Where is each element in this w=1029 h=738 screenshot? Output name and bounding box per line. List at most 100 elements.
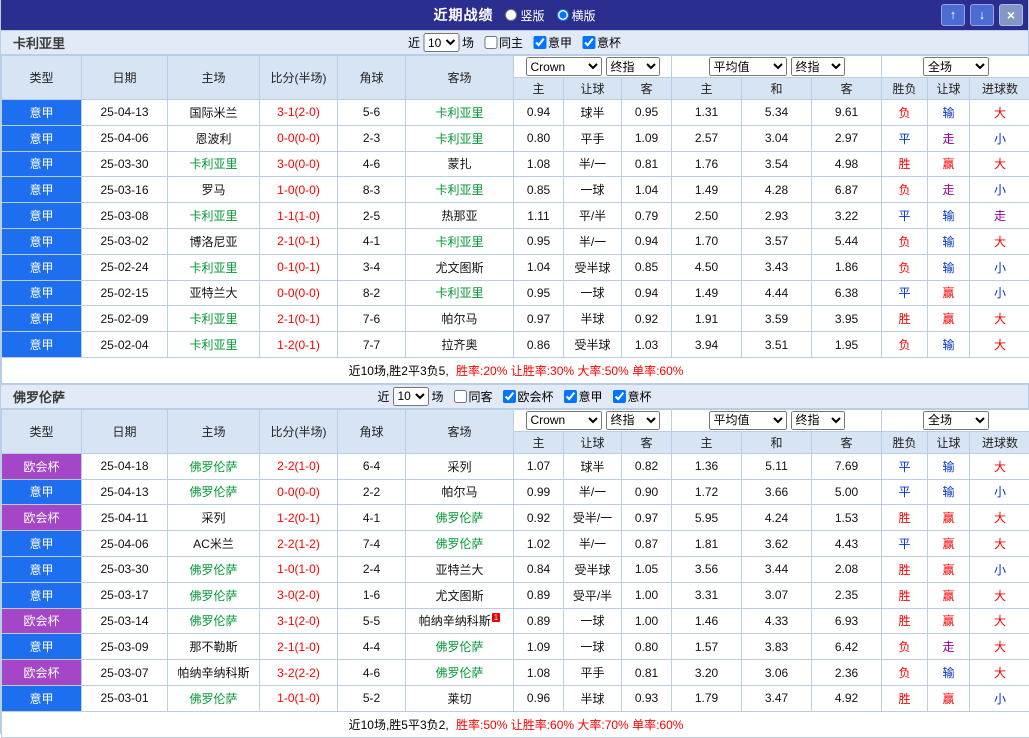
odds-group-header: Crown终指 bbox=[514, 409, 672, 431]
result-outcome: 胜 bbox=[882, 306, 928, 332]
layout-option-vertical[interactable]: 竖版 bbox=[505, 7, 544, 24]
handicap-line: 半球 bbox=[564, 685, 622, 711]
home-team: 那不勒斯 bbox=[168, 634, 260, 660]
column-header-比分(半场): 比分(半场) bbox=[260, 56, 338, 100]
column-header-比分(半场): 比分(半场) bbox=[260, 409, 338, 453]
filter-checkbox-意杯[interactable]: 意杯 bbox=[613, 388, 652, 405]
handicap-line: 受平/半 bbox=[564, 582, 622, 608]
score: 1-0(1-0) bbox=[260, 556, 338, 582]
filter-checkbox-input-欧会杯[interactable] bbox=[503, 390, 516, 403]
close-button[interactable]: × bbox=[999, 4, 1023, 26]
scroll-down-button[interactable]: ↓ bbox=[970, 4, 994, 26]
odds-source-select-0[interactable]: Crown bbox=[526, 411, 602, 430]
layout-radio-horizontal[interactable] bbox=[557, 9, 569, 21]
layout-radio-vertical[interactable] bbox=[505, 9, 517, 21]
result-goals: 大 bbox=[970, 453, 1029, 479]
filter-checkbox-同客[interactable]: 同客 bbox=[453, 388, 492, 405]
filter-checkbox-意杯[interactable]: 意杯 bbox=[582, 34, 621, 51]
handicap-odds-away: 0.92 bbox=[622, 306, 672, 332]
handicap-line: 平手 bbox=[564, 125, 622, 151]
result-outcome: 胜 bbox=[882, 582, 928, 608]
avg-odds-away: 3.95 bbox=[812, 306, 882, 332]
corners: 8-2 bbox=[338, 280, 406, 306]
avg-source-select-1[interactable]: 终指 bbox=[791, 57, 845, 76]
away-team: 佛罗伦萨 bbox=[406, 505, 514, 531]
corners: 5-5 bbox=[338, 608, 406, 634]
avg-odds-away: 1.86 bbox=[812, 254, 882, 280]
odds-source-select-1[interactable]: 终指 bbox=[606, 57, 660, 76]
avg-odds-draw: 3.51 bbox=[742, 332, 812, 358]
odds-source-select-0[interactable]: Crown bbox=[526, 57, 602, 76]
result-source-select-0[interactable]: 全场 bbox=[923, 57, 989, 76]
corners: 4-6 bbox=[338, 660, 406, 686]
filter-checkbox-input-同主[interactable] bbox=[484, 36, 497, 49]
summary-record: 近10场,胜5平3负2, bbox=[349, 718, 449, 732]
result-source-select-0[interactable]: 全场 bbox=[923, 411, 989, 430]
home-team: 亚特兰大 bbox=[168, 280, 260, 306]
score: 1-2(0-1) bbox=[260, 332, 338, 358]
away-team: 热那亚 bbox=[406, 203, 514, 229]
score: 3-1(2-0) bbox=[260, 100, 338, 126]
column-header-主场: 主场 bbox=[168, 56, 260, 100]
home-team: 帕纳辛纳科斯 bbox=[168, 660, 260, 686]
layout-option-horizontal[interactable]: 横版 bbox=[557, 7, 596, 24]
result-handicap: 赢 bbox=[928, 505, 970, 531]
avg-odds-draw: 3.47 bbox=[742, 685, 812, 711]
filter-checkbox-label: 欧会杯 bbox=[518, 388, 554, 405]
filter-checkbox-input-意杯[interactable] bbox=[582, 36, 595, 49]
result-handicap: 赢 bbox=[928, 608, 970, 634]
result-outcome: 胜 bbox=[882, 505, 928, 531]
window-title: 近期战绩 bbox=[433, 5, 493, 25]
avg-odds-draw: 4.24 bbox=[742, 505, 812, 531]
avg-odds-away: 7.69 bbox=[812, 453, 882, 479]
avg-odds-home: 1.57 bbox=[672, 634, 742, 660]
filter-checkbox-input-同客[interactable] bbox=[453, 390, 466, 403]
avg-odds-away: 2.97 bbox=[812, 125, 882, 151]
handicap-odds-home: 1.04 bbox=[514, 254, 564, 280]
filter-matches-label: 场 bbox=[431, 388, 443, 405]
handicap-odds-home: 1.08 bbox=[514, 151, 564, 177]
handicap-line: 一球 bbox=[564, 608, 622, 634]
filter-checkbox-input-意甲[interactable] bbox=[564, 390, 577, 403]
avg-source-select-0[interactable]: 平均值 bbox=[709, 411, 787, 430]
result-handicap: 赢 bbox=[928, 556, 970, 582]
avg-odds-away: 2.35 bbox=[812, 582, 882, 608]
filter-checkbox-欧会杯[interactable]: 欧会杯 bbox=[503, 388, 554, 405]
result-goals: 小 bbox=[970, 177, 1029, 203]
filter-checkbox-同主[interactable]: 同主 bbox=[484, 34, 523, 51]
odds-source-select-1[interactable]: 终指 bbox=[606, 411, 660, 430]
result-goals: 大 bbox=[970, 505, 1029, 531]
match-date: 25-03-08 bbox=[82, 203, 168, 229]
summary-row: 近10场,胜2平3负5, 胜率:20% 让胜率:30% 大率:50% 单率:60… bbox=[2, 357, 1029, 383]
filter-checkbox-意甲[interactable]: 意甲 bbox=[533, 34, 572, 51]
sub-column-header-胜负: 胜负 bbox=[882, 431, 928, 453]
away-team: 采列 bbox=[406, 453, 514, 479]
filter-checkbox-input-意甲[interactable] bbox=[533, 36, 546, 49]
handicap-odds-away: 0.80 bbox=[622, 634, 672, 660]
avg-odds-home: 1.91 bbox=[672, 306, 742, 332]
filter-checkbox-意甲[interactable]: 意甲 bbox=[564, 388, 603, 405]
sub-column-header-和: 和 bbox=[742, 431, 812, 453]
result-goals: 大 bbox=[970, 332, 1029, 358]
match-date: 25-04-13 bbox=[82, 100, 168, 126]
result-goals: 大 bbox=[970, 531, 1029, 557]
filter-checkbox-label: 意甲 bbox=[579, 388, 603, 405]
recent-count-select[interactable]: 10 bbox=[392, 387, 428, 406]
avg-odds-away: 5.44 bbox=[812, 228, 882, 254]
avg-source-select-0[interactable]: 平均值 bbox=[709, 57, 787, 76]
recent-count-select[interactable]: 10 bbox=[423, 33, 459, 52]
handicap-odds-away: 0.82 bbox=[622, 453, 672, 479]
away-team: 莱切 bbox=[406, 685, 514, 711]
home-team: 佛罗伦萨 bbox=[168, 556, 260, 582]
match-date: 25-04-11 bbox=[82, 505, 168, 531]
avg-odds-home: 2.50 bbox=[672, 203, 742, 229]
match-date: 25-04-18 bbox=[82, 453, 168, 479]
avg-source-select-1[interactable]: 终指 bbox=[791, 411, 845, 430]
filter-checkbox-input-意杯[interactable] bbox=[613, 390, 626, 403]
handicap-odds-away: 0.94 bbox=[622, 280, 672, 306]
result-outcome: 负 bbox=[882, 634, 928, 660]
avg-odds-away: 2.08 bbox=[812, 556, 882, 582]
corners: 5-2 bbox=[338, 685, 406, 711]
scroll-up-button[interactable]: ↑ bbox=[941, 4, 965, 26]
league-badge: 意甲 bbox=[2, 332, 82, 358]
